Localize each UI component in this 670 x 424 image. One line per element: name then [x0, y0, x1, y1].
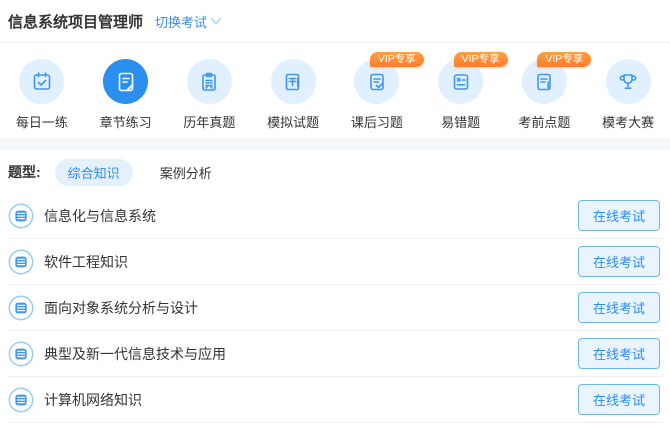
nav-item-label: 课后习题 — [350, 115, 403, 130]
chapter-list-icon — [8, 341, 34, 366]
chapter-row: 面向对象系统分析与设计 在线考试 — [8, 285, 662, 331]
online-exam-button[interactable]: 在线考试 — [577, 246, 660, 277]
chapter-row: 信息化与信息系统 在线考试 — [8, 193, 662, 239]
chapter-row: 计算机网络知识 在线考试 — [8, 377, 662, 423]
nav-item-label: 模拟试题 — [267, 115, 320, 130]
nav-item-6[interactable]: VIP专享易错题 — [419, 52, 508, 137]
nav-item-8[interactable]: 模考大赛 — [586, 59, 670, 137]
chapter-title: 软件工程知识 — [44, 253, 128, 270]
nav-item-7[interactable]: VIP专享考前点题 — [503, 52, 592, 137]
nav-item-label: 模考大赛 — [602, 115, 655, 130]
online-exam-button[interactable]: 在线考试 — [577, 384, 660, 415]
clipboard-icon — [186, 59, 232, 104]
chapter-list-icon — [8, 295, 34, 320]
nav-item-1[interactable]: 每日一练 — [0, 59, 84, 137]
nav-item-label: 易错题 — [441, 115, 481, 130]
question-type-tab-1[interactable]: 综合知识 — [54, 158, 133, 186]
nav-item-4[interactable]: 模拟试题 — [251, 59, 335, 137]
nav-item-label: 每日一练 — [15, 115, 68, 130]
chapter-title: 信息化与信息系统 — [44, 207, 156, 224]
section-divider — [0, 137, 670, 151]
switch-exam-link[interactable]: 切换考试 — [155, 12, 222, 31]
chapter-title: 面向对象系统分析与设计 — [44, 299, 198, 316]
nav-item-label: 章节练习 — [99, 115, 152, 130]
online-exam-button[interactable]: 在线考试 — [577, 292, 660, 323]
notebook-pen-icon — [270, 59, 316, 104]
chevron-down-icon — [211, 18, 221, 25]
nav-item-3[interactable]: 历年真题 — [168, 59, 252, 137]
chapter-row: 典型及新一代信息技术与应用 在线考试 — [8, 331, 662, 377]
feature-nav: 每日一练 章节练习 历年真题 模拟试题 VIP专享 课后习题 VIP专享 易错题 VIP专享 考前… — [0, 43, 670, 137]
chapter-list: 信息化与信息系统 在线考试 软件工程知识 在线考试 面向对象系统分析与设计 在线考试 典型及… — [8, 193, 662, 423]
chapter-list-icon — [8, 387, 34, 412]
vip-badge: VIP专享 — [369, 52, 424, 67]
header: 信息系统项目管理师 切换考试 — [0, 0, 670, 43]
chapter-title: 计算机网络知识 — [44, 391, 142, 408]
nav-item-2[interactable]: 章节练习 — [84, 59, 168, 137]
trophy-icon — [605, 59, 651, 104]
chapter-row: 软件工程知识 在线考试 — [8, 239, 662, 285]
nav-item-label: 历年真题 — [183, 115, 236, 130]
vip-badge: VIP专享 — [537, 52, 592, 67]
online-exam-button[interactable]: 在线考试 — [577, 200, 660, 231]
switch-exam-label: 切换考试 — [155, 14, 208, 30]
online-exam-button[interactable]: 在线考试 — [577, 338, 660, 369]
question-type-tab-2[interactable]: 案例分析 — [147, 159, 225, 186]
content: 题型: 综合知识 案例分析 信息化与信息系统 在线考试 软件工程知识 在线考试 面向对象系… — [0, 151, 670, 423]
chapter-list-icon — [8, 249, 34, 274]
question-type-row: 题型: 综合知识 案例分析 — [8, 151, 662, 193]
document-pen-icon — [103, 59, 149, 104]
calendar-check-icon — [19, 59, 65, 104]
vip-badge: VIP专享 — [453, 52, 508, 67]
nav-item-5[interactable]: VIP专享课后习题 — [335, 52, 424, 137]
page-title: 信息系统项目管理师 — [8, 13, 144, 31]
chapter-title: 典型及新一代信息技术与应用 — [44, 345, 226, 362]
chapter-list-icon — [8, 203, 34, 228]
question-type-label: 题型: — [8, 164, 41, 180]
nav-item-label: 考前点题 — [518, 115, 571, 130]
